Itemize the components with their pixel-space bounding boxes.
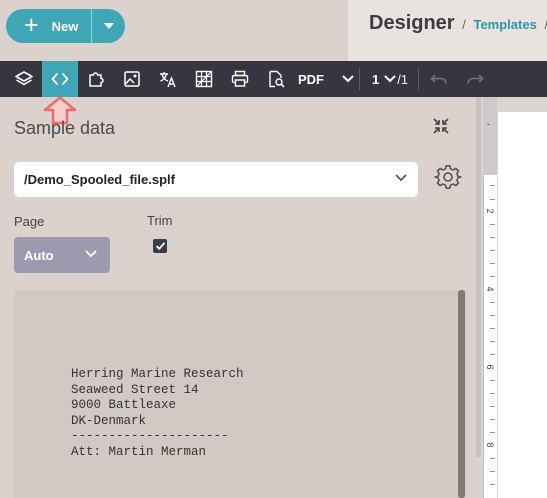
page-mode-select[interactable]: Auto (14, 237, 110, 273)
page-mode-value: Auto (24, 247, 54, 263)
new-button[interactable]: + New (6, 9, 91, 43)
preview-icon (269, 70, 285, 88)
translate-button[interactable] (150, 61, 186, 97)
puzzle-icon (89, 72, 104, 87)
page-current: 1 (371, 71, 380, 87)
ruler-number: 2 (485, 208, 495, 214)
sample-data-text: Herring Marine Research Seaweed Street 1… (71, 367, 244, 459)
translate-icon (160, 72, 176, 88)
chevron-down-icon (384, 75, 396, 83)
components-button[interactable] (78, 61, 114, 97)
toolbar-divider (418, 68, 419, 90)
chevron-down-icon (85, 250, 97, 258)
sample-data-preview: Herring Marine Research Seaweed Street 1… (14, 290, 466, 498)
trim-checkbox[interactable] (153, 239, 167, 253)
undo-button[interactable] (422, 61, 456, 97)
sample-file-value: /Demo_Spooled_file.splf (24, 172, 175, 187)
ruler-number: 8 (485, 442, 495, 448)
chevron-down-icon (342, 75, 354, 83)
print-button[interactable] (222, 61, 258, 97)
panel-title: Sample data (14, 118, 116, 138)
page-label: Page (14, 214, 45, 229)
layers-icon (15, 71, 33, 86)
image-icon (124, 71, 140, 87)
breadcrumb-separator: / (462, 17, 466, 32)
ruler-top-mark: - (487, 119, 490, 129)
layers-button[interactable] (6, 61, 42, 97)
gear-icon[interactable] (434, 163, 462, 191)
page-total: /1 (397, 71, 409, 87)
toolbar-divider (359, 68, 360, 90)
designer-toolbar: PDF 1 /1 (0, 61, 547, 97)
code-icon (51, 73, 69, 85)
chevron-down-icon (395, 174, 407, 182)
caret-down-icon (103, 23, 114, 29)
undo-icon (430, 74, 447, 84)
images-button[interactable] (114, 61, 150, 97)
sample-file-select[interactable]: /Demo_Spooled_file.splf (14, 162, 418, 197)
breadcrumb: Designer / Templates / (369, 12, 547, 35)
breadcrumb-templates-link[interactable]: Templates (473, 17, 536, 32)
redo-button[interactable] (458, 61, 492, 97)
document-page[interactable] (498, 112, 547, 498)
new-button-group: + New (6, 9, 125, 43)
trim-label: Trim (147, 213, 173, 228)
page-selector[interactable]: 1 /1 (364, 61, 416, 97)
breadcrumb-title: Designer (369, 12, 455, 34)
print-icon (231, 70, 249, 87)
code-button[interactable] (42, 61, 78, 97)
format-label: PDF (298, 71, 324, 87)
redo-icon (467, 74, 484, 84)
ruler-top-section: - (483, 97, 497, 175)
ruler-number: 6 (485, 364, 495, 370)
grid-button[interactable] (186, 61, 222, 97)
plus-icon: + (24, 10, 39, 39)
canvas-scrollbar[interactable] (476, 97, 481, 457)
new-button-label: New (51, 18, 79, 34)
ruler-number: 4 (485, 286, 495, 292)
grid-icon (195, 70, 213, 88)
checkmark-icon (155, 242, 165, 251)
preview-button[interactable] (258, 61, 294, 97)
collapse-icon[interactable] (431, 116, 451, 136)
preview-scrollbar[interactable] (458, 290, 465, 498)
format-dropdown[interactable]: PDF (294, 61, 358, 97)
new-dropdown-button[interactable] (92, 9, 125, 43)
